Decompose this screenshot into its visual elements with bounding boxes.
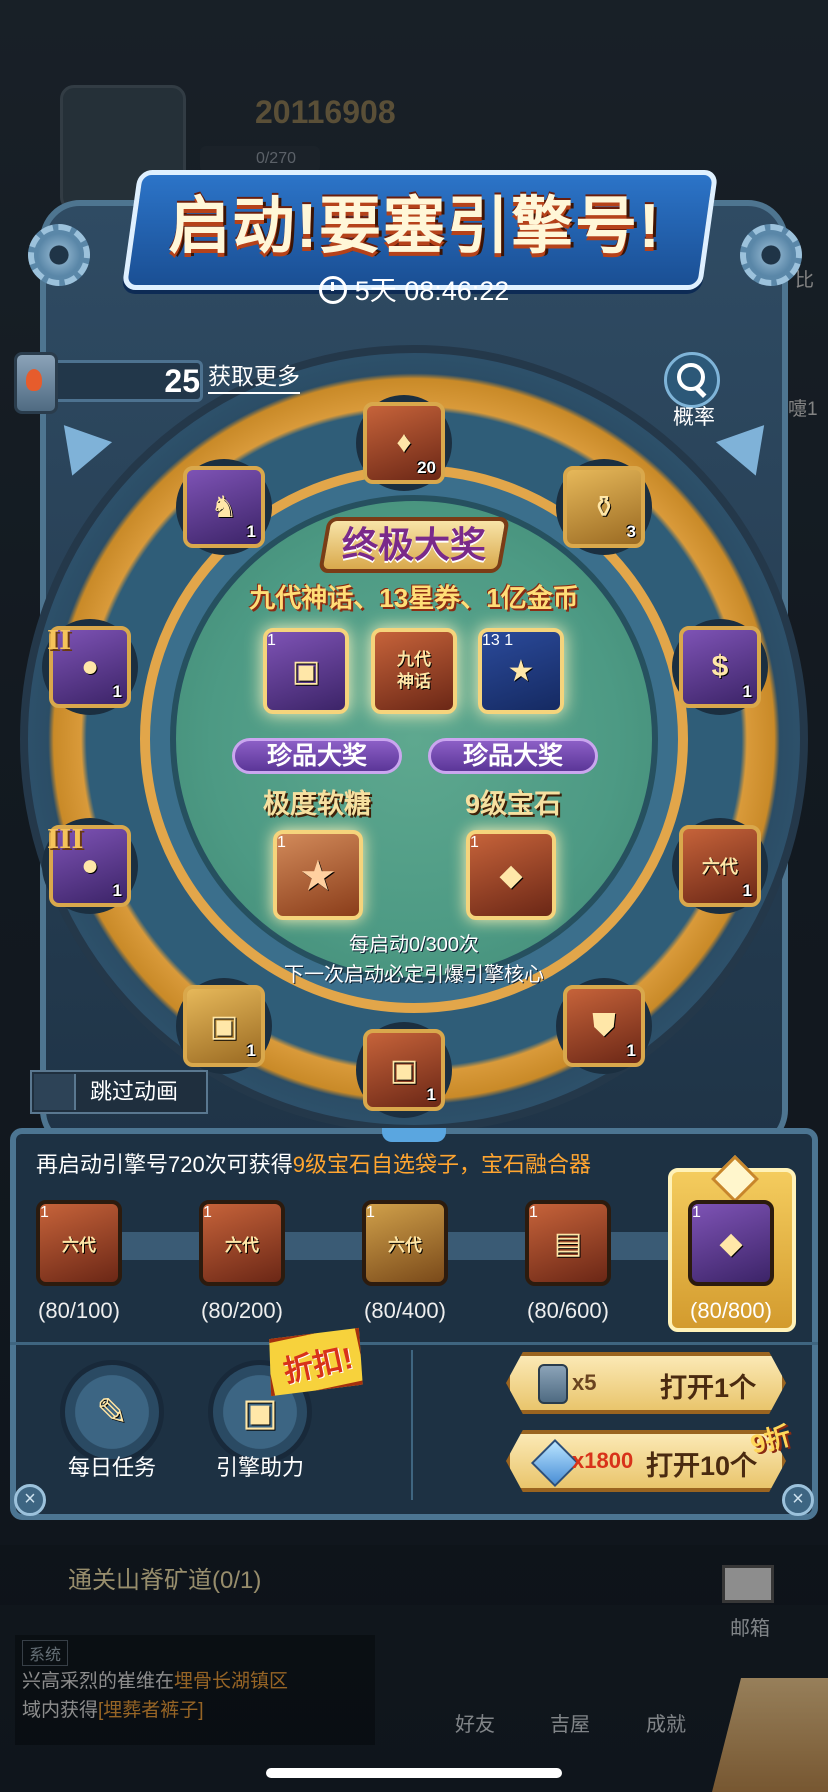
wheel-item-crystal: ♦ 20 (363, 402, 445, 484)
six-gen-diamond-icon: 六代 (388, 1235, 422, 1255)
ticket-icon: ▤ (553, 1226, 583, 1260)
corner-bolt-icon: × (782, 1484, 814, 1516)
wheel-item-six-gen: 六代 1 (679, 825, 761, 907)
rare-left-name: 极度软糖 (263, 789, 371, 819)
corner-bolt-icon: × (14, 1484, 46, 1516)
rare-item-candy: ★ 1 (273, 830, 363, 920)
wheel-item-candy-iii: ● III 1 (47, 825, 131, 907)
milestone-label-2: (80/200) (201, 1298, 283, 1323)
guarantee-text: 下一次启动必定引爆引擎核心 (284, 964, 544, 986)
skip-animation-label: 跳过动画 (90, 1079, 179, 1104)
open-one-label: 打开1个 (660, 1373, 757, 1403)
rare-prize-right-label: 珍品大奖 (428, 738, 598, 774)
wheel-item-helmet: ♞ 1 (183, 466, 265, 548)
engine-fuel-icon (14, 352, 58, 414)
skip-checkbox[interactable] (34, 1074, 76, 1110)
milestone-label-1: (80/100) (38, 1298, 120, 1323)
gear-icon-left (28, 224, 90, 286)
gem-bag-icon: ◆ (719, 1226, 743, 1260)
six-gen-select-icon: 六代 (225, 1235, 259, 1255)
event-timer: 5天 08:46:22 (300, 270, 528, 312)
engine-boost-label: 引擎助力 (215, 1455, 304, 1480)
grand-item-star-ticket: ★ 13 1 (478, 628, 564, 714)
milestone-item-4[interactable]: ▤ 1 (525, 1200, 611, 1286)
myth-nine-icon: 九代 神话 (397, 650, 431, 691)
probability-button[interactable]: 概率 (664, 401, 724, 431)
magnifier-icon[interactable] (664, 352, 720, 408)
wheel-item-shield: ⛊ 1 (563, 985, 645, 1067)
grand-prize-title: 终极大奖 (341, 524, 486, 565)
daily-tasks-button[interactable]: ✎ (60, 1360, 164, 1464)
engine-fuel-icon (538, 1364, 568, 1404)
panel-notch (382, 1128, 446, 1142)
grand-prize-description: 九代神话、13星券、1亿金币 (249, 583, 579, 613)
treasure-chest-icon: ▣ (291, 654, 321, 688)
wheel-item-gold-chest: ▣ 1 (183, 985, 265, 1067)
gear-icon-right (740, 224, 802, 286)
milestone-label-4: (80/600) (527, 1298, 609, 1323)
milestone-item-5[interactable]: ◆ 1 (688, 1200, 774, 1286)
grand-item-chest: ▣ 1 (263, 628, 349, 714)
gem-bag-icon: ◆ (499, 858, 523, 892)
panel-divider (10, 1342, 818, 1345)
rare-prize-left-label: 珍品大奖 (232, 738, 402, 774)
open-ten-cost: x1800 (572, 1448, 634, 1473)
open-ten-label: 打开10个 (646, 1451, 758, 1481)
home-indicator[interactable] (266, 1768, 562, 1778)
wheel-item-coin-bag: $1 (679, 626, 761, 708)
launch-progress: 每启动0/300次 (348, 934, 480, 956)
milestone-label-5: (80/800) (690, 1298, 772, 1323)
milestone-item-1[interactable]: 六代 1 (36, 1200, 122, 1286)
scroll-divider (411, 1350, 413, 1500)
wheel-item-candy-ii: ● II 1 (47, 626, 131, 708)
event-title: 启动!要塞引擎号! (168, 192, 662, 261)
scroll-quill-icon: ✎ (96, 1391, 128, 1434)
grand-item-myth: 九代 神话 (371, 628, 457, 714)
star-candy-icon: ★ (299, 851, 337, 899)
open-one-cost: x5 (572, 1370, 597, 1395)
milestone-item-3[interactable]: 六代 1 (362, 1200, 448, 1286)
rare-right-name: 9级宝石 (464, 789, 562, 819)
daily-tasks-label: 每日任务 (67, 1455, 156, 1480)
currency-count: 25 (164, 363, 200, 399)
star-ticket-icon: ★ (507, 654, 535, 688)
get-more-link[interactable]: 获取更多 (208, 360, 300, 394)
milestone-item-2[interactable]: 六代 1 (199, 1200, 285, 1286)
wheel-item-red-chest: ▣ 1 (363, 1029, 445, 1111)
wheel-item-urn: ⚱ 3 (563, 466, 645, 548)
six-gen-select-icon: 六代 (62, 1235, 96, 1255)
clock-icon (318, 276, 347, 304)
rare-item-gem-bag: ◆ 1 (466, 830, 556, 920)
milestone-label-3: (80/400) (364, 1298, 446, 1323)
